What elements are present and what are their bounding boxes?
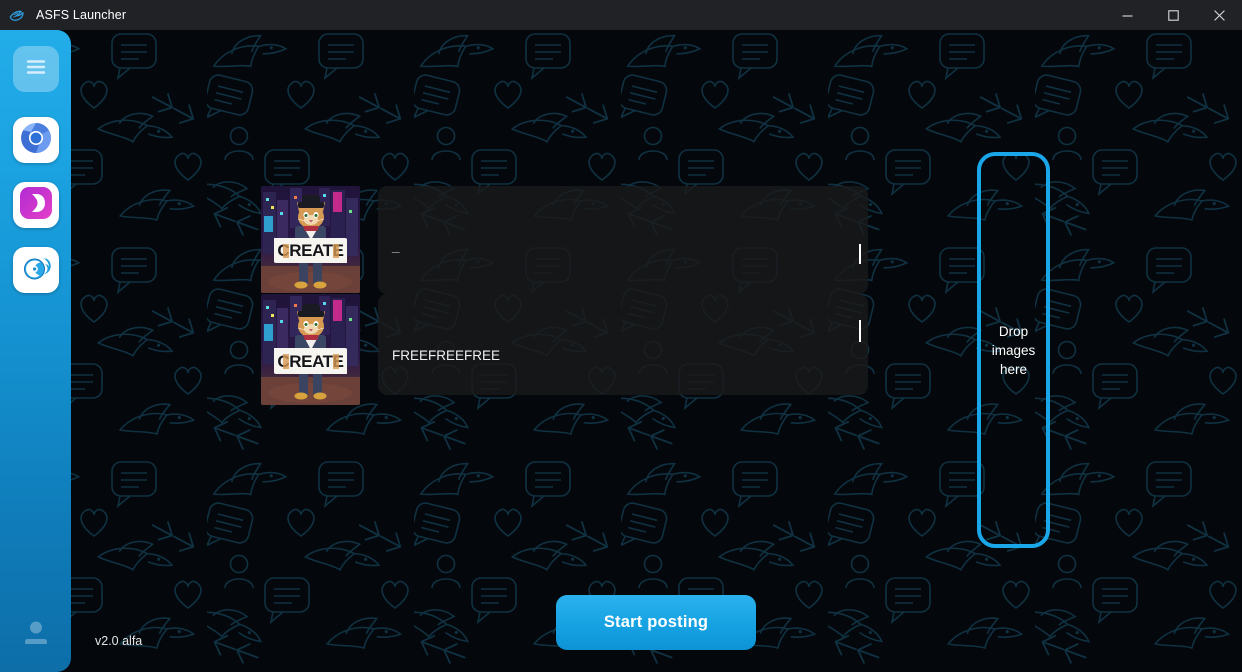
post-row: CREATE FREEFREEFREE Hello! I'm @tina_lov… bbox=[261, 294, 868, 405]
sidebar-item-chromium-browser[interactable] bbox=[12, 117, 59, 163]
user-avatar-icon bbox=[21, 618, 51, 653]
sidebar-item-purple-d-app[interactable] bbox=[12, 182, 59, 228]
image-drop-zone[interactable]: Drop images here bbox=[977, 152, 1050, 548]
start-posting-button[interactable]: Start posting bbox=[556, 595, 756, 650]
window-title: ASFS Launcher bbox=[36, 8, 127, 22]
close-button[interactable] bbox=[1196, 0, 1242, 30]
post-text-editor[interactable]: _ @tina_love69 @tina_love69 #announcemen… bbox=[378, 186, 868, 294]
sidebar bbox=[0, 30, 71, 672]
window-controls bbox=[1104, 0, 1242, 30]
post-text-editor[interactable]: FREEFREEFREE Hello! I'm @tina_love69 and… bbox=[378, 294, 868, 395]
drop-zone-label: Drop images here bbox=[991, 323, 1036, 377]
maximize-button[interactable] bbox=[1150, 0, 1196, 30]
post-thumbnail[interactable]: CREATE bbox=[261, 294, 360, 405]
sidebar-item-menu[interactable] bbox=[12, 46, 59, 92]
comet-icon bbox=[19, 251, 53, 290]
post-thumbnail[interactable]: CREATE bbox=[261, 186, 360, 293]
sidebar-item-comet-app[interactable] bbox=[12, 247, 59, 293]
minimize-button[interactable] bbox=[1104, 0, 1150, 30]
post-text-line: FREEFREEFREE bbox=[392, 348, 501, 363]
hamburger-menu-icon bbox=[23, 54, 49, 85]
chromium-icon bbox=[19, 121, 53, 160]
title-bar: ASFS Launcher bbox=[0, 0, 1242, 30]
text-cursor bbox=[859, 244, 861, 264]
letter-d-icon bbox=[19, 186, 53, 225]
app-window: ASFS Launcher CREATE _ CREATE FREEFREEFR… bbox=[0, 0, 1242, 672]
post-text-line: _ bbox=[392, 238, 400, 253]
post-row: CREATE _ @tina_love69 @tina_love69 #anno… bbox=[261, 186, 868, 294]
version-label: v2.0 alfa bbox=[95, 634, 143, 648]
sidebar-item-user-account[interactable] bbox=[13, 612, 59, 658]
text-cursor bbox=[859, 320, 861, 342]
bird-logo-icon bbox=[6, 4, 28, 26]
